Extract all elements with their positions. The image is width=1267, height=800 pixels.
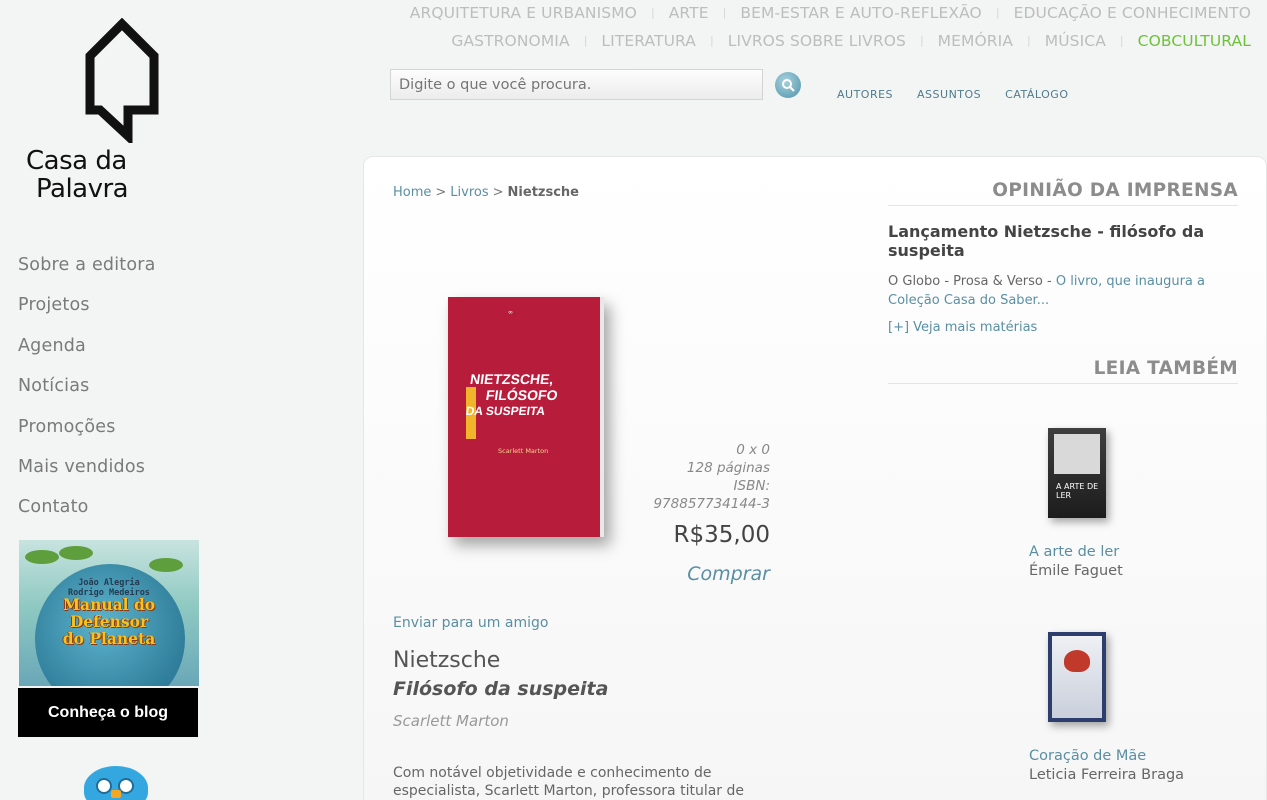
category-bem-estar[interactable]: BEM-ESTAR E AUTO-REFLEXÃO (740, 4, 982, 22)
book-pages: 128 páginas (686, 460, 770, 476)
nav-item-contato[interactable]: Contato (18, 497, 156, 537)
separator: | (1027, 34, 1031, 47)
breadcrumb-separator: > (435, 185, 447, 200)
book-isbn-label: ISBN: (733, 478, 770, 494)
category-gastronomia[interactable]: GASTRONOMIA (451, 32, 569, 50)
leaf-decoration (149, 558, 183, 572)
press-excerpt: O Globo - Prosa & Verso - O livro, que i… (888, 272, 1218, 310)
separator: | (722, 6, 727, 19)
cover-title: NIETZSCHE, FILÓSOFO DA SUSPEITA (464, 371, 559, 418)
promo-banner[interactable]: João Alegria Rodrigo Medeiros Manual do … (19, 540, 199, 686)
twitter-bird-icon[interactable] (84, 766, 148, 800)
nav-item-projetos[interactable]: Projetos (18, 295, 156, 335)
leaf-decoration (59, 546, 93, 560)
brand-name: Casa da Palavra (26, 146, 129, 204)
search-input[interactable] (390, 69, 763, 100)
logo[interactable]: Casa da Palavra (22, 18, 172, 203)
category-navigation: ARQUITETURA E URBANISMO | ARTE | BEM-ESTAR E… (391, 4, 1251, 60)
buy-button[interactable]: Comprar (620, 563, 770, 585)
cover-author: Scarlett Marton (498, 447, 549, 455)
press-source: O Globo - Prosa & Verso - (888, 274, 1056, 289)
breadcrumb: Home > Livros > Nietzsche (393, 185, 579, 200)
category-musica[interactable]: MÚSICA (1045, 32, 1106, 50)
category-row-1: ARQUITETURA E URBANISMO | ARTE | BEM-ESTAR E… (391, 4, 1251, 32)
category-literatura[interactable]: LITERATURA (601, 32, 696, 50)
category-row-2: GASTRONOMIA | LITERATURA | LIVROS SOBRE LIVR… (391, 32, 1251, 60)
book-description: Com notável objetividade e conhecimento … (393, 765, 745, 799)
cover-photo (1054, 434, 1100, 474)
cover-text: A ARTE DE LER (1056, 482, 1099, 500)
category-cobcultural[interactable]: COBCULTURAL (1138, 32, 1251, 50)
breadcrumb-separator: > (492, 185, 504, 200)
breadcrumb-livros[interactable]: Livros (450, 185, 488, 200)
bird-eye (96, 778, 112, 794)
nav-assuntos[interactable]: ASSUNTOS (917, 88, 981, 101)
leaf-decoration (25, 550, 59, 564)
recommended-book-title[interactable]: A arte de ler (1029, 544, 1119, 560)
more-articles-link[interactable]: [+] Veja mais matérias (888, 320, 1037, 335)
nav-item-promocoes[interactable]: Promoções (18, 417, 156, 457)
book-title: Nietzsche (393, 648, 501, 673)
nav-item-mais-vendidos[interactable]: Mais vendidos (18, 457, 156, 497)
search-button[interactable] (775, 72, 801, 98)
send-to-friend-link[interactable]: Enviar para um amigo (393, 615, 548, 631)
separator: | (650, 6, 655, 19)
book-cover: ∞ NIETZSCHE, FILÓSOFO DA SUSPEITA Scarle… (448, 297, 604, 537)
bird-beak (111, 790, 121, 798)
heart-icon (1064, 650, 1090, 672)
publisher-logo: ∞ (508, 309, 513, 316)
category-arquitetura[interactable]: ARQUITETURA E URBANISMO (410, 4, 637, 22)
separator: | (709, 34, 714, 47)
search-icon (782, 79, 795, 92)
separator: | (1119, 34, 1124, 47)
house-logo-icon (85, 18, 159, 143)
book-price: R$35,00 (673, 522, 770, 548)
recommended-book-title[interactable]: Coração de Mãe (1029, 748, 1146, 764)
separator: | (995, 6, 1000, 19)
nav-item-agenda[interactable]: Agenda (18, 336, 156, 376)
nav-item-sobre[interactable]: Sobre a editora (18, 255, 156, 295)
separator: | (583, 34, 588, 47)
breadcrumb-home[interactable]: Home (393, 185, 431, 200)
nav-item-noticias[interactable]: Notícias (18, 376, 156, 416)
recommended-book-cover[interactable]: A ARTE DE LER (1048, 428, 1106, 518)
recommended-book-author: Émile Faguet (1029, 563, 1123, 579)
breadcrumb-current: Nietzsche (507, 185, 579, 200)
recommended-book-cover[interactable] (1048, 632, 1106, 722)
press-article-title[interactable]: Lançamento Nietzsche - filósofo da suspe… (888, 222, 1218, 260)
secondary-navigation: AUTORES ASSUNTOS CATÁLOGO (837, 88, 1089, 101)
see-also-heading: LEIA TAMBÉM (888, 358, 1238, 384)
left-navigation: Sobre a editora Projetos Agenda Notícias… (18, 255, 156, 538)
category-educacao[interactable]: EDUCAÇÃO E CONHECIMENTO (1014, 4, 1251, 22)
nav-autores[interactable]: AUTORES (837, 88, 893, 101)
book-author: Scarlett Marton (393, 712, 509, 730)
recommended-book-author: Leticia Ferreira Braga (1029, 767, 1185, 783)
book-details: 0 x 0 128 páginas ISBN: 978857734144-3 (620, 441, 770, 513)
promo-title: Manual do Defensor do Planeta (62, 595, 156, 648)
book-subtitle: Filósofo da suspeita (393, 678, 609, 700)
category-memoria[interactable]: MEMÓRIA (938, 32, 1013, 50)
book-isbn: 978857734144-3 (653, 496, 770, 512)
category-arte[interactable]: ARTE (669, 4, 709, 22)
book-dimensions: 0 x 0 (736, 442, 770, 458)
press-heading: OPINIÃO DA IMPRENSA (888, 180, 1238, 206)
blog-button[interactable]: Conheça o blog (18, 688, 198, 737)
nav-catalogo[interactable]: CATÁLOGO (1005, 88, 1068, 101)
category-livros-sobre-livros[interactable]: LIVROS SOBRE LIVROS (728, 32, 906, 50)
separator: | (919, 34, 924, 47)
